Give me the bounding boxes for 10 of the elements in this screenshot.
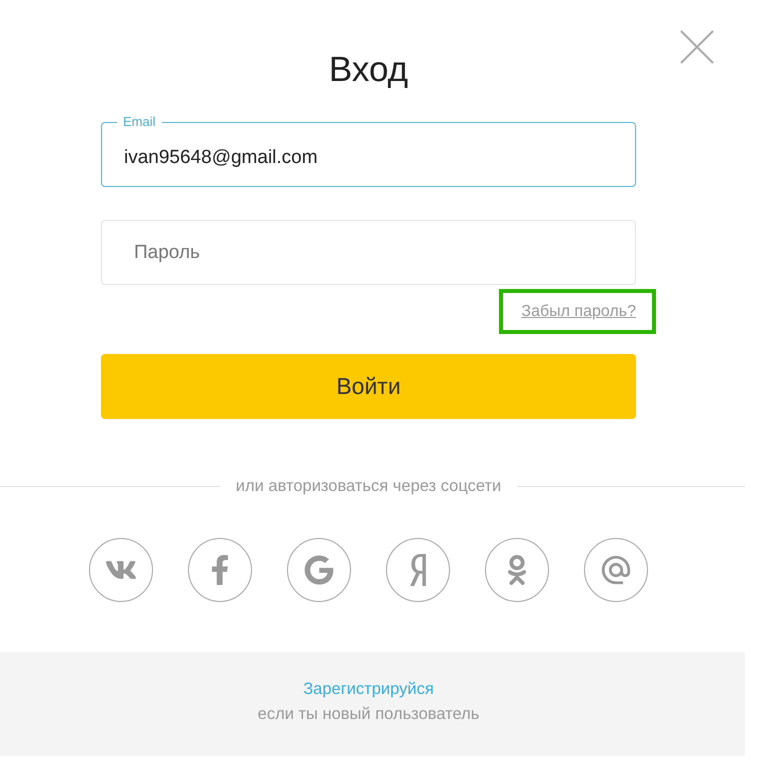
password-field[interactable]: Пароль xyxy=(101,220,636,285)
close-icon xyxy=(680,30,714,64)
login-button[interactable]: Войти xyxy=(101,354,636,419)
divider-text: или авторизоваться через соцсети xyxy=(236,476,502,496)
close-button[interactable] xyxy=(680,30,714,64)
register-note: если ты новый пользователь xyxy=(258,704,480,725)
at-sign-icon xyxy=(599,553,633,587)
email-label: Email xyxy=(117,114,162,129)
google-icon xyxy=(304,555,334,585)
dialog-title: Вход xyxy=(328,50,410,90)
